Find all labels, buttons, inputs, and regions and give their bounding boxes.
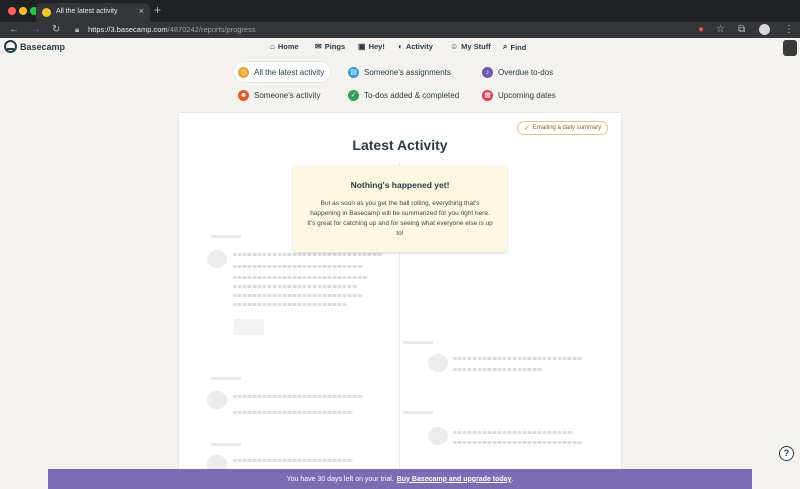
activity-icon: ◐ — [398, 42, 403, 51]
person-card-icon: ☻ — [238, 89, 249, 101]
extension-icon[interactable]: ● — [698, 23, 704, 37]
filter-upcoming-dates-label: Upcoming dates — [498, 90, 556, 100]
user-avatar[interactable] — [783, 40, 797, 56]
filter-someones-activity-label: Someone's activity — [254, 90, 321, 100]
placeholder-date — [403, 341, 433, 344]
trial-banner: You have 30 days left on your trial. Buy… — [48, 469, 752, 489]
calendar-icon: ▦ — [482, 89, 493, 101]
trial-banner-text: You have 30 days left on your trial. — [286, 475, 394, 483]
home-icon: ⌂ — [270, 42, 275, 51]
browser-tab[interactable]: All the latest activity × — [36, 3, 150, 22]
placeholder-line — [233, 285, 358, 288]
my-stuff-smile-icon: ☺ — [450, 42, 459, 51]
basecamp-logo[interactable]: Basecamp — [4, 40, 65, 53]
filter-todos-added-completed[interactable]: ✓ To-dos added & completed — [344, 85, 465, 105]
email-daily-summary-button[interactable]: ✓ Emailing a daily summary — [517, 121, 609, 135]
placeholder-line — [453, 368, 543, 371]
tab-title: All the latest activity — [56, 8, 118, 15]
filter-todos-added-completed-label: To-dos added & completed — [364, 90, 460, 100]
close-window-button[interactable] — [8, 7, 16, 15]
address-bar[interactable]: https://3.basecamp.com/4870242/reports/p… — [88, 24, 256, 36]
placeholder-avatar — [207, 391, 227, 409]
placeholder-date — [403, 411, 433, 414]
upgrade-link[interactable]: Buy Basecamp and upgrade today — [397, 476, 512, 483]
help-question-icon[interactable]: ? — [779, 446, 794, 461]
filter-someones-assignments-label: Someone's assignments — [364, 67, 451, 77]
placeholder-date — [211, 443, 241, 446]
placeholder-line — [453, 441, 583, 444]
placeholder-date — [211, 235, 241, 238]
check-icon: ✓ — [524, 125, 530, 132]
hey-inbox-icon: ▣ — [358, 42, 366, 51]
basecamp-logo-text: Basecamp — [20, 41, 66, 52]
nav-home[interactable]: ⌂ Home — [270, 42, 299, 51]
bookmark-star-icon[interactable]: ☆ — [716, 23, 725, 37]
minimize-window-button[interactable] — [19, 7, 27, 15]
page-title: Latest Activity — [352, 137, 448, 153]
empty-state-body: But as soon as you get the ball rolling,… — [307, 200, 493, 237]
nav-activity-label: Activity — [405, 42, 433, 51]
placeholder-line — [453, 431, 573, 434]
nav-my-stuff-label: My Stuff — [461, 42, 491, 51]
browser-toolbar: ← → ↻ 🔒︎ https://3.basecamp.com/4870242/… — [0, 22, 800, 38]
basecamp-favicon-icon — [42, 8, 51, 17]
filter-latest-activity[interactable]: ◷ All the latest activity — [234, 62, 331, 82]
filter-upcoming-dates[interactable]: ▦ Upcoming dates — [478, 85, 562, 105]
empty-state-title: Nothing's happened yet! — [350, 180, 450, 190]
nav-my-stuff[interactable]: ☺ My Stuff — [450, 42, 491, 51]
trial-banner-end: . — [511, 475, 514, 483]
placeholder-avatar — [207, 455, 227, 469]
clock-icon: ◷ — [238, 66, 249, 78]
placeholder-avatar — [428, 354, 448, 372]
bell-icon: ♪ — [482, 66, 493, 78]
placeholder-line — [233, 395, 363, 398]
empty-state-message: Nothing's happened yet! But as soon as y… — [293, 166, 507, 252]
search-icon: ⌕ — [503, 42, 508, 51]
placeholder-line — [233, 265, 363, 268]
placeholder-line — [453, 357, 583, 360]
nav-find[interactable]: ⌕ Find — [503, 42, 526, 52]
clipboard-icon: ▤ — [348, 66, 359, 78]
extensions-puzzle-icon[interactable]: ⧉ — [738, 23, 745, 37]
browser-menu-icon[interactable]: ⋮ — [784, 23, 794, 37]
placeholder-line — [233, 459, 353, 462]
basecamp-logo-icon — [4, 40, 17, 53]
placeholder-date — [211, 377, 241, 380]
placeholder-thumbnail — [234, 319, 264, 335]
checkmark-icon: ✓ — [348, 89, 359, 101]
reload-icon[interactable]: ↻ — [52, 23, 60, 37]
nav-hey-label: Hey! — [368, 42, 385, 51]
placeholder-avatar — [207, 250, 227, 268]
nav-pings[interactable]: ✉ Pings — [315, 42, 345, 51]
placeholder-line — [233, 303, 348, 306]
filter-someones-activity[interactable]: ☻ Someone's activity — [234, 85, 326, 105]
browser-tabstrip: All the latest activity × + — [0, 0, 800, 22]
placeholder-line — [233, 253, 383, 256]
forward-arrow-icon[interactable]: → — [31, 23, 41, 37]
nav-home-label: Home — [277, 42, 299, 51]
url-host: https://3.basecamp.com — [88, 25, 168, 34]
placeholder-line — [233, 411, 353, 414]
placeholder-avatar — [428, 427, 448, 445]
url-path: /4870242/reports/progress — [167, 25, 256, 34]
nav-activity[interactable]: ◐ Activity — [398, 42, 433, 51]
filter-latest-activity-label: All the latest activity — [254, 67, 325, 77]
filter-someones-assignments[interactable]: ▤ Someone's assignments — [344, 62, 457, 82]
tab-close-icon[interactable]: × — [139, 6, 144, 16]
nav-hey[interactable]: ▣ Hey! — [358, 42, 385, 51]
email-daily-summary-label: Emailing a daily summary — [532, 125, 602, 131]
back-arrow-icon[interactable]: ← — [9, 23, 19, 37]
nav-find-label: Find — [510, 42, 527, 52]
filter-overdue-todos-label: Overdue to-dos — [498, 67, 554, 77]
filter-overdue-todos[interactable]: ♪ Overdue to-dos — [478, 62, 559, 82]
pings-chat-icon: ✉ — [315, 42, 322, 51]
placeholder-line — [233, 294, 363, 297]
lock-icon[interactable]: 🔒︎ — [75, 23, 79, 37]
nav-pings-label: Pings — [324, 42, 346, 51]
browser-profile-avatar[interactable] — [759, 24, 770, 35]
placeholder-line — [233, 276, 368, 279]
new-tab-button[interactable]: + — [154, 3, 161, 17]
